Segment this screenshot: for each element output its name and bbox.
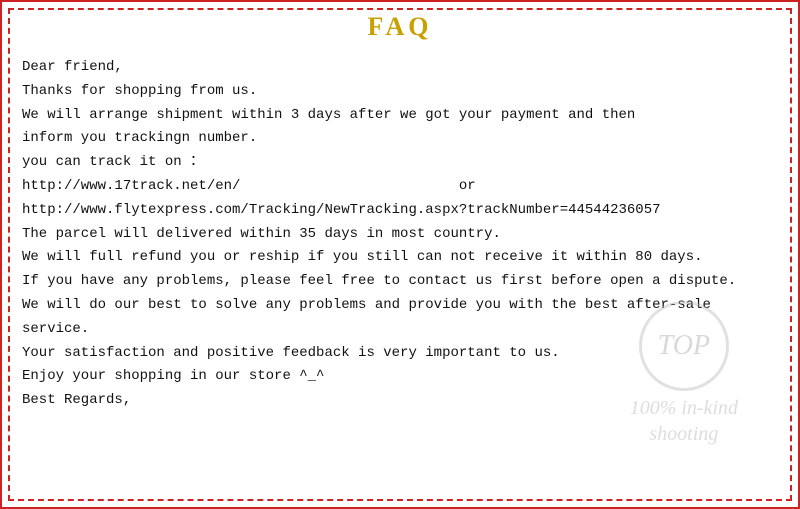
content-line: We will do our best to solve any problem… xyxy=(22,294,778,318)
header: FAQ xyxy=(2,2,798,48)
faq-title: FAQ xyxy=(368,12,433,41)
content-line: Thanks for shopping from us. xyxy=(22,80,778,104)
content-line: http://www.flytexpress.com/Tracking/NewT… xyxy=(22,199,778,223)
content-line: The parcel will delivered within 35 days… xyxy=(22,223,778,247)
content-line: inform you trackingn number. xyxy=(22,127,778,151)
watermark-line2: shooting xyxy=(649,423,718,445)
content-line: Enjoy your shopping in our store ^_^ xyxy=(22,365,778,389)
content-line: Best Regards, xyxy=(22,389,778,413)
content-line: If you have any problems, please feel fr… xyxy=(22,270,778,294)
faq-content: Dear friend,Thanks for shopping from us.… xyxy=(2,48,798,423)
content-line: service. xyxy=(22,318,778,342)
content-line: Dear friend, xyxy=(22,56,778,80)
content-line: We will full refund you or reship if you… xyxy=(22,246,778,270)
page-wrapper: FAQ Dear friend,Thanks for shopping from… xyxy=(0,0,800,509)
content-line: http://www.17track.net/en/ or xyxy=(22,175,778,199)
content-line: We will arrange shipment within 3 days a… xyxy=(22,104,778,128)
content-line: Your satisfaction and positive feedback … xyxy=(22,342,778,366)
content-line: you can track it on ： xyxy=(22,151,778,175)
